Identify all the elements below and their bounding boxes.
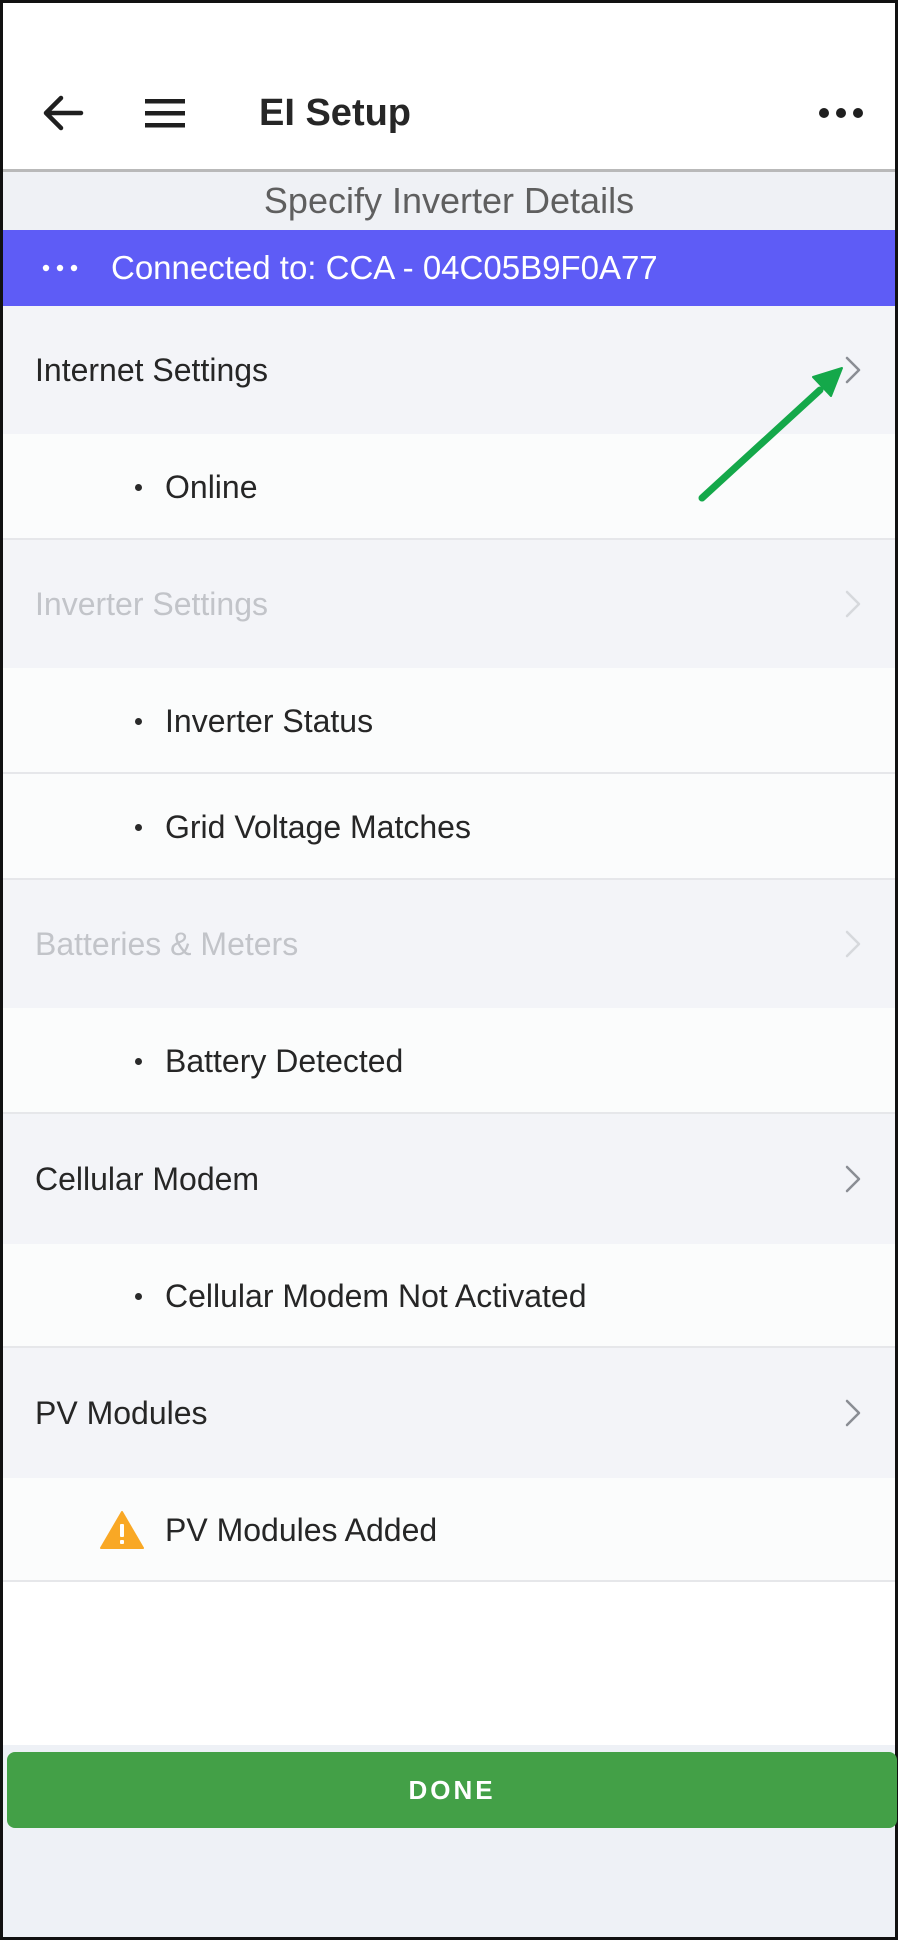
bullet-icon: [135, 824, 142, 831]
item-text: PV Modules Added: [165, 1512, 438, 1548]
chevron-right-icon[interactable]: [841, 540, 865, 668]
app-bar: EI Setup: [3, 3, 895, 172]
list-item-pv-modules-added: PV Modules Added: [3, 1478, 895, 1582]
item-text: Cellular Modem Not Activated: [165, 1278, 587, 1314]
page-title: EI Setup: [259, 92, 412, 134]
bullet-icon: [135, 1058, 142, 1065]
list-item-battery-detected: Battery Detected: [3, 1008, 895, 1114]
section-label: Batteries & Meters: [35, 926, 299, 962]
section-label: PV Modules: [35, 1395, 208, 1431]
chevron-right-icon[interactable]: [841, 1348, 865, 1478]
connection-dots-icon: [42, 264, 78, 272]
connection-status-text: Connected to: CCA - 04C05B9F0A77: [111, 249, 658, 286]
bullet-icon: [135, 718, 142, 725]
annotation-arrow-icon: [698, 367, 843, 502]
section-batteries-meters[interactable]: Batteries & Meters: [3, 880, 895, 1008]
warning-icon: [100, 1511, 144, 1549]
connection-banner: Connected to: CCA - 04C05B9F0A77: [3, 230, 895, 306]
chevron-right-icon[interactable]: [841, 880, 865, 1008]
done-button[interactable]: DONE: [7, 1752, 897, 1828]
back-arrow-icon[interactable]: [31, 81, 95, 145]
chevron-right-icon[interactable]: [841, 1114, 865, 1244]
section-label: Inverter Settings: [35, 586, 268, 622]
section-inverter-settings[interactable]: Inverter Settings: [3, 540, 895, 668]
item-text: Inverter Status: [165, 703, 374, 739]
item-text: Grid Voltage Matches: [165, 809, 471, 845]
list-item-inverter-status: Inverter Status: [3, 668, 895, 774]
section-label: Internet Settings: [35, 352, 269, 388]
item-text: Online: [165, 469, 258, 505]
item-text: Battery Detected: [165, 1043, 404, 1079]
section-cellular-modem[interactable]: Cellular Modem: [3, 1114, 895, 1244]
footer: DONE: [3, 1745, 897, 1937]
bullet-icon: [135, 1293, 142, 1300]
section-pv-modules[interactable]: PV Modules: [3, 1348, 895, 1478]
list-item-cellular-modem-status: Cellular Modem Not Activated: [3, 1244, 895, 1348]
screen-subtitle: Specify Inverter Details: [3, 172, 895, 230]
more-options-icon[interactable]: [809, 81, 873, 145]
bullet-icon: [135, 484, 142, 491]
list-item-grid-voltage: Grid Voltage Matches: [3, 774, 895, 880]
hamburger-menu-icon[interactable]: [133, 81, 197, 145]
section-label: Cellular Modem: [35, 1161, 260, 1197]
